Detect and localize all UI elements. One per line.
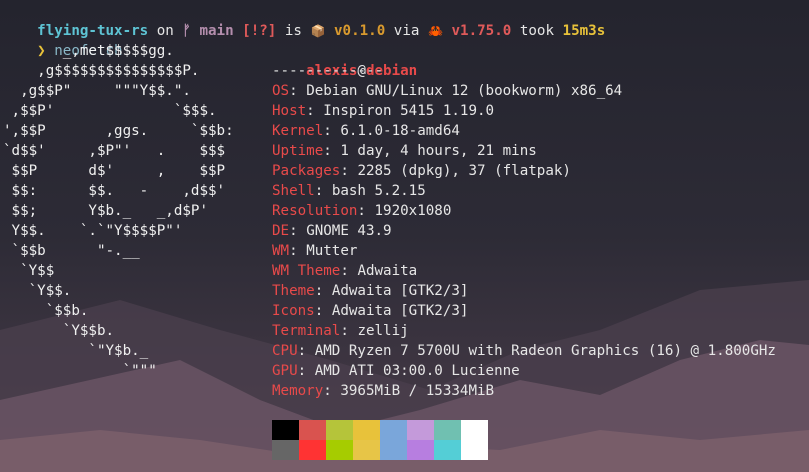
- info-key: Memory: [272, 383, 324, 399]
- info-value: 1920x1080: [374, 203, 452, 219]
- palette-swatch: [326, 440, 353, 460]
- palette-swatch: [461, 420, 488, 440]
- palette-swatch: [272, 440, 299, 460]
- info-value: Mutter: [306, 243, 358, 259]
- palette-swatch: [326, 420, 353, 440]
- logo-line: `Y$$: [3, 263, 55, 279]
- info-key: OS: [272, 83, 290, 99]
- palette-swatch: [380, 420, 407, 440]
- rust-version: v1.75.0: [451, 23, 512, 39]
- info-row: Packages: 2285 (dpkg), 37 (flatpak): [272, 163, 571, 179]
- info-row: DE: GNOME 43.9: [272, 223, 392, 239]
- logo-line: `$$b.: [3, 303, 89, 319]
- palette-swatch: [299, 440, 326, 460]
- info-row: Kernel: 6.1.0-18-amd64: [272, 123, 460, 139]
- palette-swatch: [353, 440, 380, 460]
- info-row: Terminal: zellij: [272, 323, 409, 339]
- info-row: Icons: Adwaita [GTK2/3]: [272, 303, 469, 319]
- info-row: GPU: AMD ATI 03:00.0 Lucienne: [272, 363, 520, 379]
- color-palette: [272, 420, 488, 460]
- info-key: Host: [272, 103, 307, 119]
- palette-swatch: [380, 440, 407, 460]
- logo-line: $$; Y$b._ _,d$P': [3, 203, 208, 219]
- palette-swatch: [461, 440, 488, 460]
- info-value: Adwaita [GTK2/3]: [331, 303, 469, 319]
- logo-line: _,met$$$$$gg.: [3, 43, 174, 59]
- info-value: AMD Ryzen 7 5700U with Radeon Graphics (…: [314, 343, 776, 359]
- logo-line: `Y$$b.: [3, 323, 115, 339]
- logo-line: `""": [3, 363, 157, 379]
- info-value: 6.1.0-18-amd64: [340, 123, 460, 139]
- prompt-via-text: via: [385, 23, 428, 39]
- logo-line: `Y$$.: [3, 283, 72, 299]
- info-row: WM Theme: Adwaita: [272, 263, 418, 279]
- info-key: DE: [272, 223, 290, 239]
- info-value: GNOME 43.9: [306, 223, 392, 239]
- info-key: WM Theme: [272, 263, 341, 279]
- palette-swatch: [407, 440, 434, 460]
- palette-swatch: [272, 420, 299, 440]
- prompt-on-text: on: [148, 23, 183, 39]
- palette-swatch: [434, 440, 461, 460]
- info-row: Memory: 3965MiB / 15334MiB: [272, 383, 495, 399]
- git-status: [!?]: [242, 23, 277, 39]
- info-row: Uptime: 1 day, 4 hours, 21 mins: [272, 143, 537, 159]
- rust-icon: 🦀: [427, 24, 443, 38]
- info-row: WM: Mutter: [272, 243, 358, 259]
- logo-line: ',$$P ,ggs. `$$b:: [3, 123, 234, 139]
- logo-line: ,$$P' `$$$.: [3, 103, 217, 119]
- info-value: Adwaita [GTK2/3]: [331, 283, 469, 299]
- command-duration: 15m3s: [562, 23, 606, 39]
- info-key: Theme: [272, 283, 315, 299]
- terminal-window: flying-tux-rs on ᚠ main [!?] is 📦 v0.1.0…: [0, 0, 809, 472]
- logo-line: ,g$$P" """Y$$.".: [3, 83, 191, 99]
- title-separator: -------------: [272, 63, 384, 79]
- logo-line: $$: $$. - ,d$$': [3, 183, 226, 199]
- info-value: 3965MiB / 15334MiB: [340, 383, 495, 399]
- info-value: AMD ATI 03:00.0 Lucienne: [314, 363, 520, 379]
- info-key: Resolution: [272, 203, 358, 219]
- git-branch: main: [199, 23, 234, 39]
- prompt-is-text: is: [276, 23, 311, 39]
- info-value: 1 day, 4 hours, 21 mins: [340, 143, 537, 159]
- info-value: 2285 (dpkg), 37 (flatpak): [357, 163, 571, 179]
- logo-line: `"Y$b._: [3, 343, 149, 359]
- info-row: OS: Debian GNU/Linux 12 (bookworm) x86_6…: [272, 83, 623, 99]
- logo-line: `d$$' ,$P"' . $$$: [3, 143, 226, 159]
- logo-line: ,g$$$$$$$$$$$$$$$P.: [3, 63, 200, 79]
- info-key: CPU: [272, 343, 298, 359]
- git-branch-icon: ᚠ: [182, 23, 191, 39]
- info-value: Adwaita: [357, 263, 418, 279]
- info-key: WM: [272, 243, 290, 259]
- logo-line: `$$b "-.__: [3, 243, 140, 259]
- palette-swatch: [299, 420, 326, 440]
- info-row: CPU: AMD Ryzen 7 5700U with Radeon Graph…: [272, 343, 776, 359]
- palette-swatch: [407, 420, 434, 440]
- info-row: Resolution: 1920x1080: [272, 203, 452, 219]
- command-line[interactable]: ❯ neofetch: [3, 21, 122, 59]
- info-value: zellij: [357, 323, 409, 339]
- info-key: Packages: [272, 163, 341, 179]
- info-value: Inspiron 5415 1.19.0: [323, 103, 495, 119]
- palette-swatch: [434, 420, 461, 440]
- info-key: Uptime: [272, 143, 324, 159]
- info-key: GPU: [272, 363, 298, 379]
- logo-line: Y$$. `.`"Y$$$$P"': [3, 223, 183, 239]
- info-key: Terminal: [272, 323, 341, 339]
- shell-prompt: flying-tux-rs on ᚠ main [!?] is 📦 v0.1.0…: [3, 1, 605, 39]
- info-key: Icons: [272, 303, 315, 319]
- info-row: Shell: bash 5.2.15: [272, 183, 426, 199]
- palette-swatch: [353, 420, 380, 440]
- info-value: Debian GNU/Linux 12 (bookworm) x86_64: [306, 83, 623, 99]
- info-row: Theme: Adwaita [GTK2/3]: [272, 283, 469, 299]
- info-row: Host: Inspiron 5415 1.19.0: [272, 103, 495, 119]
- user-host-title: alexis@debian: [272, 41, 417, 79]
- info-key: Kernel: [272, 123, 324, 139]
- info-key: Shell: [272, 183, 315, 199]
- logo-line: $$P d$' , $$P: [3, 163, 226, 179]
- info-value: bash 5.2.15: [331, 183, 426, 199]
- package-icon: 📦: [310, 24, 326, 38]
- prompt-took-text: took: [511, 23, 563, 39]
- package-version: v0.1.0: [334, 23, 386, 39]
